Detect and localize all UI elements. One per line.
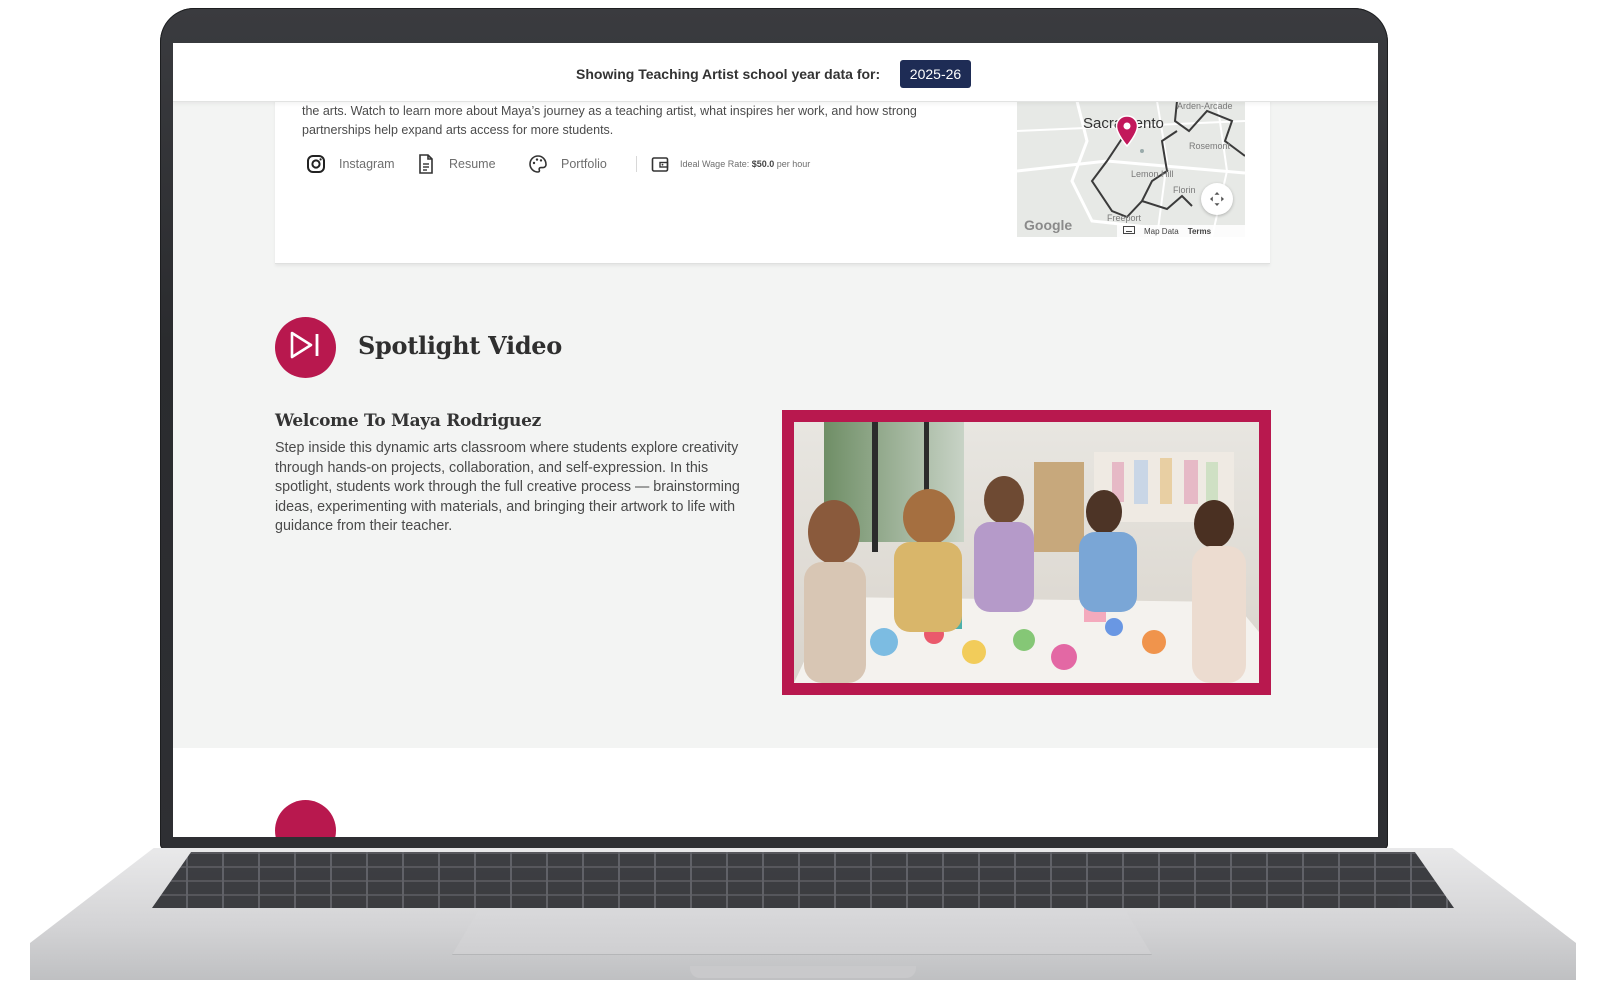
wage-text: Ideal Wage Rate: $50.0 per hour [680, 159, 810, 169]
portfolio-link[interactable]: Portfolio [527, 152, 607, 176]
video-title: Welcome To Maya Rodriguez [275, 411, 541, 431]
wage-label: Ideal Wage Rate: [680, 159, 750, 169]
video-thumbnail[interactable] [794, 422, 1259, 683]
map-attribution: Map Data Terms [1117, 225, 1245, 237]
bio-line: partnerships help expand arts access for… [302, 123, 614, 137]
instagram-link[interactable]: Instagram [305, 152, 395, 176]
browser-viewport: Showing Teaching Artist school year data… [173, 43, 1378, 837]
terms-link[interactable]: Terms [1188, 227, 1211, 236]
map-place-label: Rosemont [1189, 141, 1231, 151]
map-place-label: Freeport [1107, 213, 1142, 223]
video-description: Step inside this dynamic arts classroom … [275, 440, 740, 534]
laptop-lid-notch [690, 966, 916, 978]
bio-line: the arts. Watch to learn more about Maya… [302, 104, 917, 118]
location-map[interactable]: Sacramento Arden-Arcade Rosemont Lemon H… [1017, 101, 1245, 237]
instagram-label: Instagram [339, 157, 395, 171]
resume-label: Resume [449, 157, 496, 171]
resume-link[interactable]: Resume [415, 152, 496, 176]
spotlight-section-icon [275, 317, 336, 378]
wallet-icon [649, 153, 671, 175]
map-place-label: Lemon Hill [1131, 169, 1174, 179]
next-section [173, 748, 1378, 837]
wage-unit: per hour [776, 159, 811, 169]
classroom-image [794, 422, 1259, 683]
map-place-label: Arden-Arcade [1177, 101, 1233, 111]
artist-links: Instagram Resume Portfolio Ideal Wage Ra… [305, 152, 865, 178]
instagram-icon [305, 153, 327, 175]
document-icon [415, 153, 437, 175]
spotlight-video-player[interactable] [782, 410, 1271, 695]
wage-value: $50.0 [751, 159, 775, 169]
keyboard-icon[interactable] [1123, 226, 1135, 236]
school-year-bar: Showing Teaching Artist school year data… [173, 43, 1378, 102]
wage-info: Ideal Wage Rate: $50.0 per hour [649, 152, 810, 176]
laptop-keyboard [152, 852, 1454, 908]
fullscreen-icon[interactable] [1201, 183, 1233, 215]
artist-bio: the arts. Watch to learn more about Maya… [302, 102, 962, 140]
google-logo: Google [1024, 217, 1073, 233]
palette-icon [527, 153, 549, 175]
play-icon [289, 330, 323, 365]
map-place-label: Florin [1173, 185, 1196, 195]
portfolio-label: Portfolio [561, 157, 607, 171]
link-divider [636, 156, 637, 172]
section-title: Spotlight Video [358, 331, 562, 360]
school-year-selector[interactable]: 2025-26 [900, 60, 971, 88]
map-data-link[interactable]: Map Data [1144, 227, 1179, 236]
map-pin-icon[interactable] [1115, 115, 1139, 152]
school-year-label: Showing Teaching Artist school year data… [576, 66, 881, 82]
laptop-trackpad [452, 908, 1152, 955]
